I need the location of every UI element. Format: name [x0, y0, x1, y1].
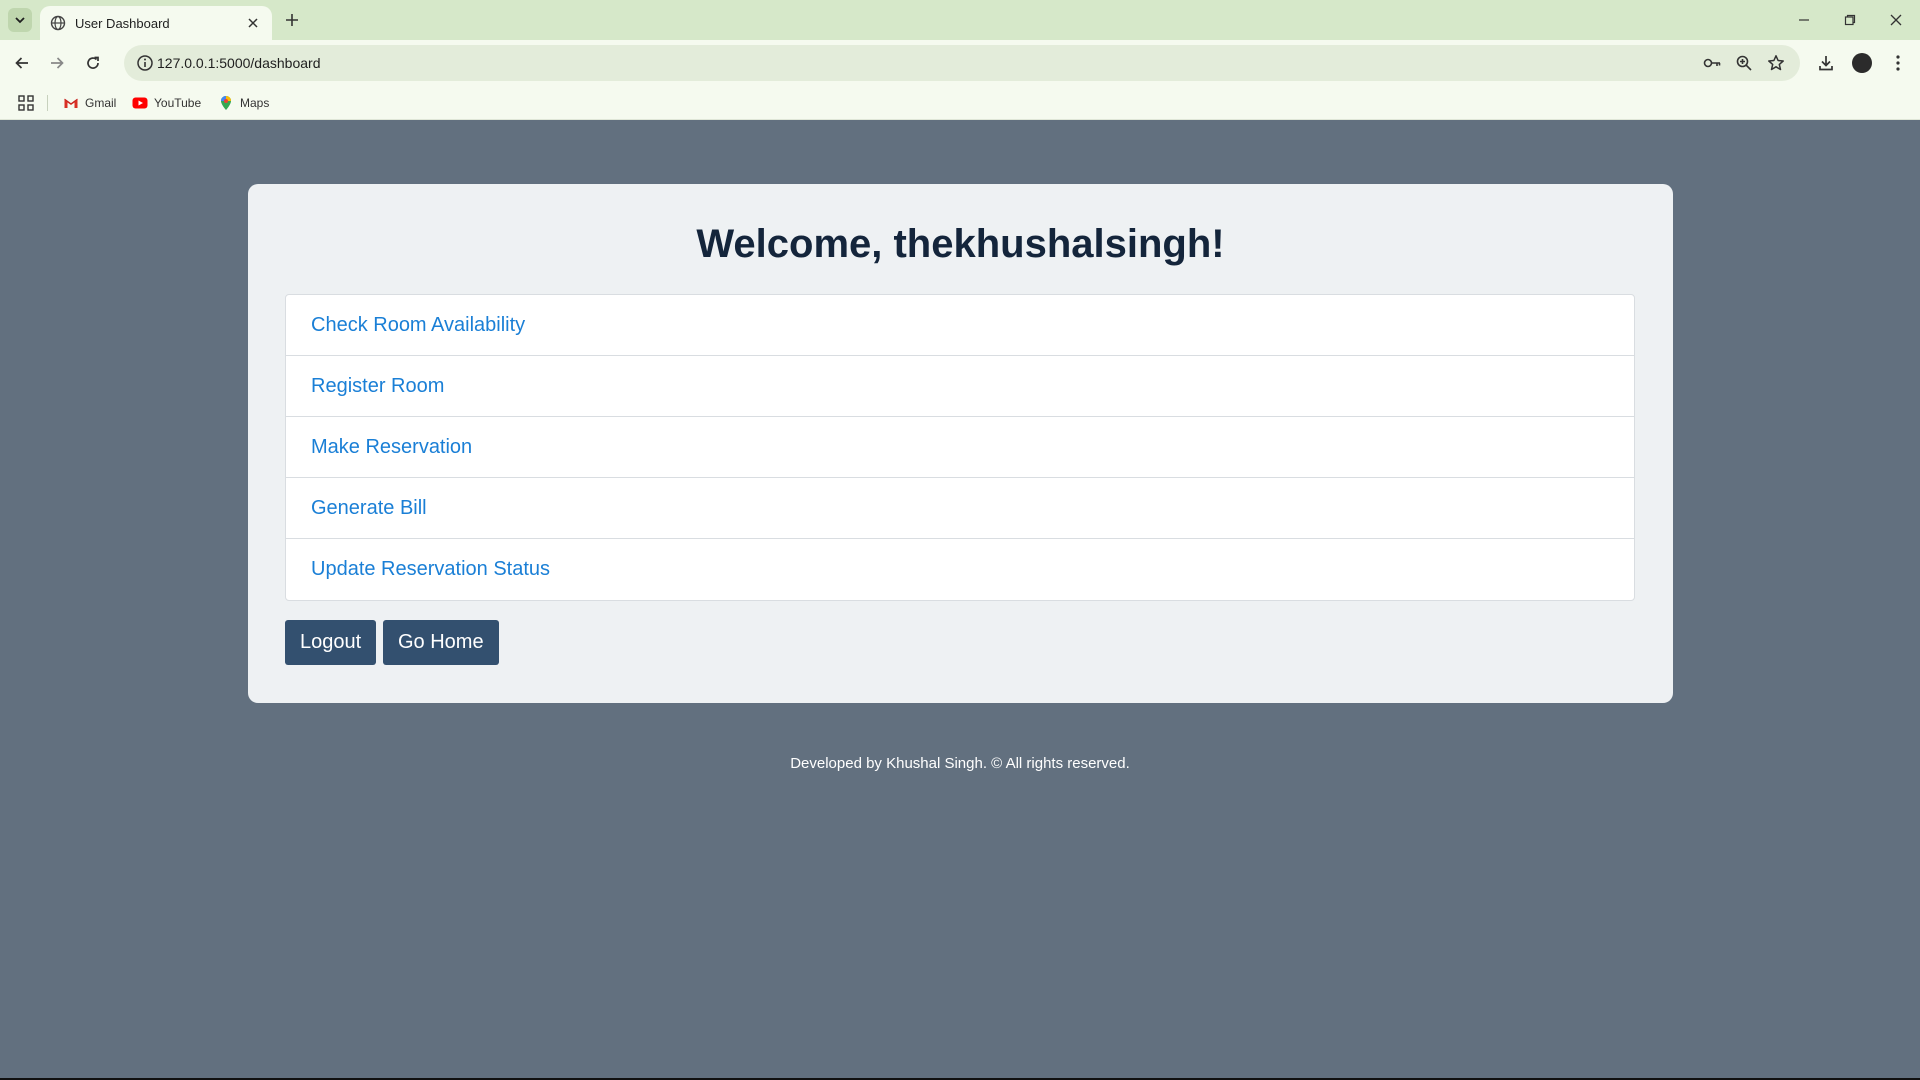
- forward-icon[interactable]: [45, 51, 69, 75]
- update-reservation-status-link[interactable]: Update Reservation Status: [311, 558, 550, 581]
- list-item: Update Reservation Status: [286, 539, 1634, 600]
- address-bar[interactable]: 127.0.0.1:5000/dashboard: [124, 45, 1800, 81]
- profile-avatar[interactable]: [1850, 51, 1874, 75]
- plus-icon[interactable]: [282, 10, 302, 30]
- more-icon[interactable]: [1886, 51, 1910, 75]
- tab-title: User Dashboard: [75, 15, 170, 31]
- tab-strip: User Dashboard: [0, 0, 1920, 40]
- make-reservation-link[interactable]: Make Reservation: [311, 436, 472, 459]
- download-icon[interactable]: [1814, 51, 1838, 75]
- bookmark-youtube[interactable]: YouTube: [132, 93, 201, 113]
- dashboard-menu: Check Room Availability Register Room Ma…: [285, 294, 1635, 601]
- bookmark-label: YouTube: [154, 96, 202, 110]
- list-item: Make Reservation: [286, 417, 1634, 478]
- logout-button[interactable]: Logout: [285, 620, 377, 665]
- browser-toolbar: 127.0.0.1:5000/dashboard: [0, 40, 1920, 86]
- window-close-icon[interactable]: [1884, 8, 1908, 32]
- apps-icon[interactable]: [17, 94, 35, 112]
- bookmarks-bar: Gmail YouTube Maps: [0, 86, 1920, 120]
- key-icon[interactable]: [1702, 53, 1722, 73]
- maps-icon: [218, 95, 234, 111]
- gmail-icon: [63, 95, 79, 111]
- url-text: 127.0.0.1:5000/dashboard: [157, 55, 321, 71]
- star-icon[interactable]: [1766, 53, 1786, 73]
- page-title: Welcome, thekhushalsingh!: [696, 222, 1225, 266]
- go-home-button[interactable]: Go Home: [383, 620, 499, 665]
- bookmark-separator: [47, 95, 48, 111]
- minimize-icon[interactable]: [1792, 8, 1816, 32]
- zoom-icon[interactable]: [1734, 53, 1754, 73]
- info-icon[interactable]: [136, 54, 154, 72]
- back-icon[interactable]: [10, 51, 34, 75]
- bookmark-maps[interactable]: Maps: [218, 93, 269, 113]
- page-viewport: Welcome, thekhushalsingh! Check Room Ava…: [0, 120, 1920, 1078]
- dashboard-card: Welcome, thekhushalsingh! Check Room Ava…: [248, 184, 1673, 703]
- bookmark-label: Maps: [240, 96, 270, 110]
- list-item: Register Room: [286, 356, 1634, 417]
- footer-text: Developed by Khushal Singh. © All rights…: [790, 755, 1130, 772]
- bookmark-gmail[interactable]: Gmail: [63, 93, 116, 113]
- close-icon[interactable]: [244, 14, 262, 32]
- restore-icon[interactable]: [1838, 8, 1862, 32]
- youtube-icon: [132, 95, 148, 111]
- bookmark-label: Gmail: [85, 96, 117, 110]
- reload-icon[interactable]: [81, 51, 105, 75]
- check-room-availability-link[interactable]: Check Room Availability: [311, 314, 525, 337]
- register-room-link[interactable]: Register Room: [311, 375, 444, 398]
- generate-bill-link[interactable]: Generate Bill: [311, 497, 427, 520]
- browser-tab[interactable]: User Dashboard: [40, 6, 272, 40]
- avatar-image: [1852, 53, 1872, 73]
- list-item: Generate Bill: [286, 478, 1634, 539]
- tab-search-icon[interactable]: [8, 8, 32, 32]
- globe-icon: [50, 15, 66, 31]
- list-item: Check Room Availability: [286, 295, 1634, 356]
